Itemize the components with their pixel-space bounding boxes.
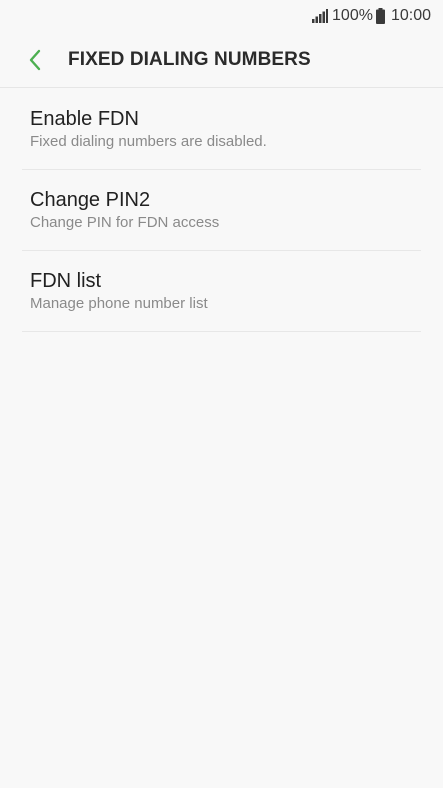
signal-icon (312, 9, 329, 23)
app-bar: FIXED DIALING NUMBERS (0, 32, 443, 88)
back-button[interactable] (22, 47, 48, 73)
item-label: Change PIN2 (30, 189, 151, 211)
item-description: Change PIN for FDN access (30, 214, 220, 231)
list-item-fdn-list[interactable]: FDN list Manage phone number list (22, 251, 421, 332)
item-label: FDN list (30, 270, 102, 292)
item-description: Fixed dialing numbers are disabled. (30, 133, 267, 150)
status-bar: 100% 10:00 (0, 0, 443, 32)
item-label: Enable FDN (30, 108, 139, 130)
list-item-enable-fdn[interactable]: Enable FDN Fixed dialing numbers are dis… (22, 89, 421, 170)
page-title: FIXED DIALING NUMBERS (68, 48, 311, 70)
chevron-left-icon (29, 49, 41, 70)
settings-list: Enable FDN Fixed dialing numbers are dis… (22, 89, 421, 332)
item-description: Manage phone number list (30, 295, 208, 312)
list-item-change-pin2[interactable]: Change PIN2 Change PIN for FDN access (22, 170, 421, 251)
battery-icon (375, 8, 385, 24)
battery-percentage: 100% (332, 7, 373, 24)
clock: 10:00 (390, 7, 431, 24)
